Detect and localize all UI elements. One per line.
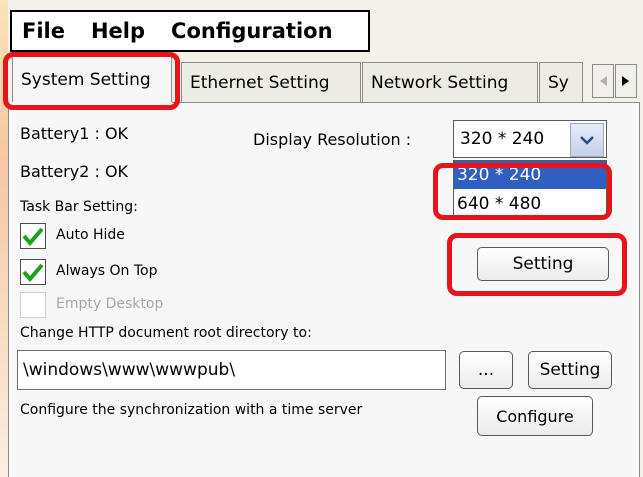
http-root-input[interactable]: \windows\www\wwwpub\: [17, 350, 446, 390]
resolution-option-640x480[interactable]: 640 * 480: [454, 190, 606, 218]
decorative-stripe: [0, 0, 8, 477]
tab-label: Network Setting: [371, 72, 509, 93]
http-root-label: Change HTTP document root directory to:: [20, 325, 312, 341]
battery2-status: Battery2 : OK: [20, 162, 129, 181]
chevron-down-icon: [580, 136, 594, 145]
tab-label: System Setting: [21, 69, 151, 90]
tab-scroll-right[interactable]: [615, 64, 637, 98]
auto-hide-label: Auto Hide: [56, 227, 125, 243]
always-on-top-checkbox[interactable]: [20, 259, 46, 285]
tab-label: Ethernet Setting: [190, 72, 330, 93]
always-on-top-label: Always On Top: [56, 263, 158, 279]
http-root-value: \windows\www\wwwpub\: [23, 360, 236, 380]
http-setting-button[interactable]: Setting: [528, 351, 612, 389]
menu-configuration[interactable]: Configuration: [171, 19, 332, 43]
resolution-select[interactable]: 320 * 240: [453, 120, 607, 158]
empty-desktop-label: Empty Desktop: [56, 296, 164, 312]
taskbar-setting-label: Task Bar Setting:: [20, 199, 138, 215]
tab-label: Sy: [548, 72, 569, 93]
display-resolution-label: Display Resolution :: [253, 130, 412, 149]
resolution-dropdown-list: 320 * 240 640 * 480: [453, 160, 607, 218]
resolution-setting-button[interactable]: Setting: [477, 247, 609, 281]
resolution-option-320x240[interactable]: 320 * 240: [454, 161, 606, 189]
battery1-status: Battery1 : OK: [20, 124, 129, 143]
auto-hide-checkbox[interactable]: [20, 223, 46, 249]
browse-button[interactable]: ...: [459, 351, 513, 389]
checkmark-icon: [22, 227, 44, 246]
configure-button[interactable]: Configure: [477, 396, 593, 436]
menu-help[interactable]: Help: [91, 19, 145, 43]
tab-ethernet-setting[interactable]: Ethernet Setting: [181, 62, 361, 102]
resolution-selected-value: 320 * 240: [460, 129, 545, 149]
chevron-left-icon: [600, 76, 607, 86]
tab-sy[interactable]: Sy: [539, 62, 583, 102]
time-sync-label: Configure the synchronization with a tim…: [20, 402, 363, 418]
chevron-right-icon: [622, 76, 629, 86]
tab-scroll-left[interactable]: [592, 64, 614, 98]
tab-network-setting[interactable]: Network Setting: [362, 62, 538, 102]
tab-divider: [172, 102, 640, 103]
tab-system-setting[interactable]: System Setting: [12, 56, 172, 102]
empty-desktop-checkbox[interactable]: [20, 292, 46, 318]
dropdown-button[interactable]: [570, 123, 604, 157]
menu-bar: File Help Configuration: [10, 10, 370, 52]
menu-file[interactable]: File: [22, 19, 65, 43]
checkmark-icon: [22, 263, 44, 282]
